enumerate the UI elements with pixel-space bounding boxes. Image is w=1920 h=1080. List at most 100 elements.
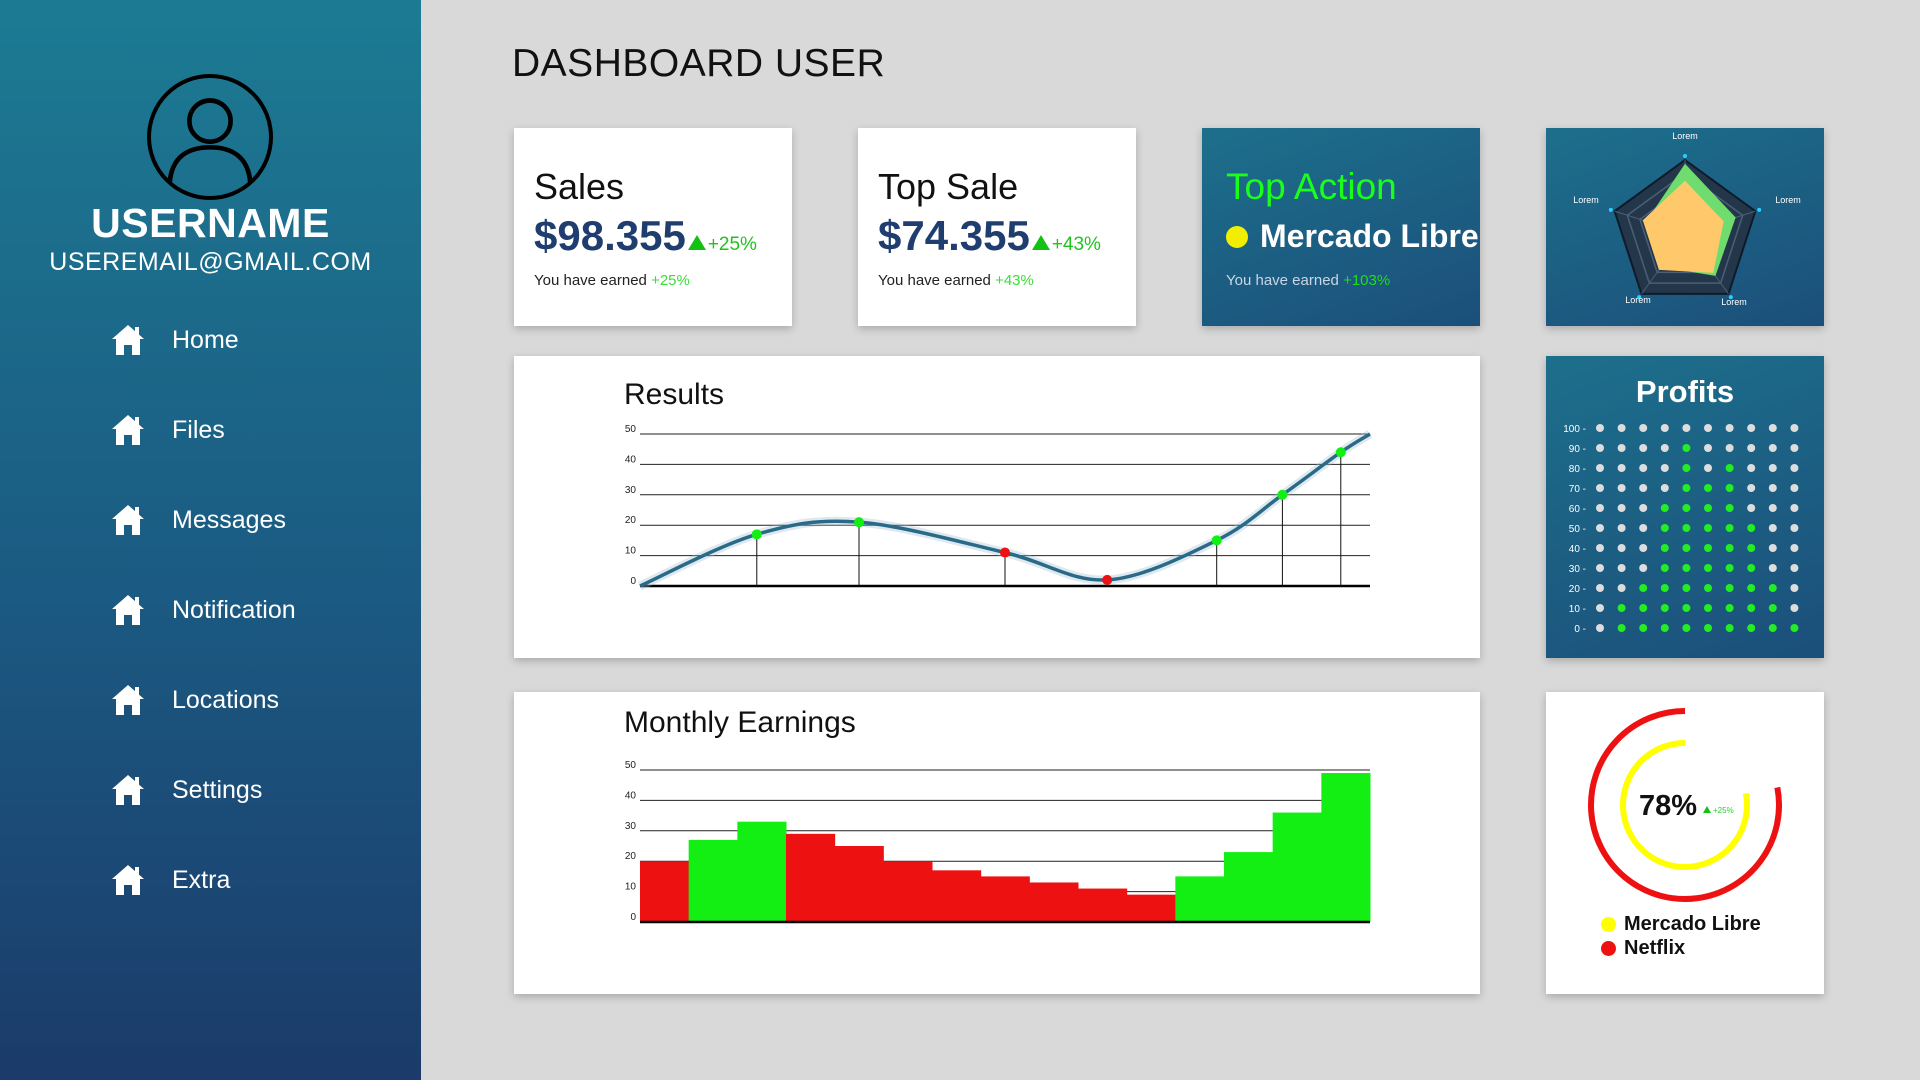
data-point — [854, 517, 864, 528]
sidebar-item-label: Notification — [172, 595, 296, 624]
sidebar-item-extra[interactable]: Extra — [110, 858, 230, 902]
matrix-dot — [1639, 584, 1648, 592]
y-tick-label: 70 - — [1569, 484, 1586, 495]
sidebar: USERNAME USEREMAIL@GMAIL.COM Home Files … — [0, 0, 421, 1080]
matrix-dot — [1617, 504, 1626, 512]
top-action-card[interactable]: Top Action Mercado Libre You have earned… — [1202, 128, 1480, 326]
top-action-title: Top Action — [1226, 166, 1397, 207]
matrix-dot — [1704, 504, 1712, 512]
gauge-card[interactable]: 78% +25% Mercado Libre Netflix — [1546, 692, 1824, 994]
data-point — [1102, 574, 1113, 585]
data-point — [1277, 489, 1288, 500]
matrix-dot — [1768, 424, 1777, 432]
legend-item: Mercado Libre — [1601, 912, 1761, 936]
matrix-dot — [1660, 544, 1669, 552]
profits-card[interactable]: Profits 100 -90 -80 -70 -60 -50 -40 -30 … — [1546, 356, 1824, 658]
data-point — [751, 529, 762, 540]
matrix-dot — [1768, 544, 1777, 552]
top-sale-note-pct: +43% — [995, 272, 1034, 289]
matrix-dot — [1725, 544, 1734, 552]
sidebar-item-label: Extra — [172, 865, 231, 894]
data-point — [1211, 535, 1222, 546]
matrix-dot — [1704, 544, 1712, 552]
profits-chart: 100 - 90 - 80 - 70 - 60 - 50 - 40 - 30 - 20 - 10 … — [1563, 424, 1799, 635]
matrix-dot — [1617, 544, 1626, 552]
matrix-dot — [1790, 564, 1799, 572]
matrix-dot — [1747, 464, 1756, 472]
gauge-percent: 78% — [1639, 790, 1697, 822]
matrix-dot — [1639, 524, 1648, 532]
matrix-dot — [1747, 604, 1756, 612]
sidebar-item-home[interactable]: Home — [110, 318, 239, 362]
radar-card[interactable]: Lorem Lorem Lorem Lorem Lorem — [1546, 128, 1824, 326]
matrix-dot — [1660, 484, 1669, 492]
sidebar-item-settings[interactable]: Settings — [110, 768, 262, 812]
bar — [737, 821, 787, 922]
home-icon — [110, 593, 146, 627]
bar — [786, 833, 836, 922]
sales-value: $98.355 +25% — [534, 212, 757, 260]
matrix-dot — [1660, 424, 1669, 432]
results-card[interactable]: Results 0 10 20 30 40 50 — [514, 356, 1480, 658]
sidebar-item-notification[interactable]: Notification — [110, 588, 296, 632]
home-icon — [110, 413, 146, 447]
sales-card[interactable]: Sales $98.355 +25% You have earned +25% — [514, 128, 792, 326]
matrix-dot — [1790, 524, 1799, 532]
matrix-dot — [1682, 504, 1691, 512]
matrix-dot — [1617, 624, 1626, 632]
home-icon — [110, 323, 146, 357]
bar — [1029, 882, 1079, 922]
matrix-dot — [1725, 444, 1734, 452]
sidebar-item-files[interactable]: Files — [110, 408, 225, 452]
matrix-dot — [1725, 464, 1734, 472]
matrix-dot — [1617, 444, 1626, 452]
data-point — [1000, 547, 1010, 558]
matrix-dot — [1682, 484, 1691, 492]
top-sale-value: $74.355 +43% — [878, 212, 1101, 260]
matrix-dot — [1682, 544, 1691, 552]
matrix-dot — [1747, 624, 1756, 632]
home-icon — [110, 863, 146, 897]
matrix-dot — [1725, 484, 1734, 492]
y-tick-label: 100 - — [1563, 424, 1586, 435]
trend-up-icon — [1703, 806, 1711, 813]
y-tick-label: 30 — [625, 485, 637, 496]
username: USERNAME — [91, 200, 330, 246]
matrix-dot — [1747, 424, 1756, 432]
matrix-dot — [1704, 464, 1712, 472]
radar-axis-label: Lorem — [1672, 131, 1698, 141]
matrix-dot — [1747, 524, 1756, 532]
matrix-dot — [1725, 504, 1734, 512]
matrix-dot — [1596, 424, 1604, 432]
matrix-dot — [1596, 484, 1604, 492]
matrix-dot — [1768, 464, 1777, 472]
matrix-dot — [1768, 564, 1777, 572]
matrix-dot — [1768, 444, 1777, 452]
monthly-earnings-card[interactable]: Monthly Earnings 0 10 20 30 40 50 — [514, 692, 1480, 994]
avatar-user-icon[interactable] — [147, 74, 273, 200]
sales-title: Sales — [534, 166, 625, 207]
results-chart: 0 10 20 30 40 50 — [625, 424, 1373, 591]
matrix-dot — [1768, 484, 1777, 492]
trend-up-icon — [1031, 235, 1050, 250]
home-icon — [110, 503, 146, 537]
y-tick-label: 30 — [625, 821, 637, 832]
radar-chart: Lorem Lorem Lorem Lorem Lorem — [1573, 131, 1801, 307]
gauge-legend: Mercado Libre Netflix — [1601, 912, 1761, 960]
y-tick-label: 60 - — [1569, 504, 1586, 515]
matrix-dot — [1660, 604, 1669, 612]
matrix-dot — [1790, 444, 1799, 452]
top-action-company-name: Mercado Libre — [1260, 218, 1479, 254]
legend-item: Netflix — [1601, 936, 1761, 960]
matrix-dot — [1639, 504, 1648, 512]
matrix-dot — [1747, 504, 1756, 512]
matrix-dot — [1617, 464, 1626, 472]
sidebar-item-messages[interactable]: Messages — [110, 498, 286, 542]
top-sale-delta-text: +43% — [1051, 234, 1101, 255]
matrix-dot — [1725, 564, 1734, 572]
matrix-dot — [1617, 564, 1626, 572]
top-sale-card[interactable]: Top Sale $74.355 +43% You have earned +43… — [858, 128, 1136, 326]
matrix-dot — [1768, 624, 1777, 632]
sidebar-item-locations[interactable]: Locations — [110, 678, 279, 722]
y-tick-label: 40 — [625, 790, 637, 801]
